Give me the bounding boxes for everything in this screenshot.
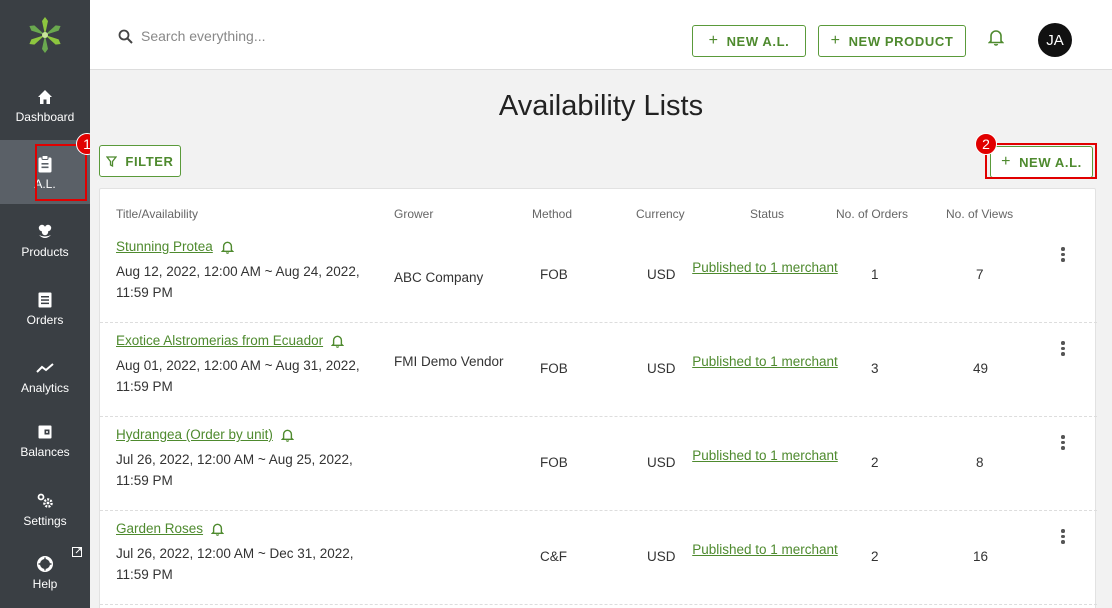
currency-cell: USD: [647, 361, 676, 376]
search-input[interactable]: Search everything...: [141, 28, 266, 44]
orders-count: 2: [871, 549, 879, 564]
views-count: 8: [976, 455, 984, 470]
more-options-icon[interactable]: [1055, 341, 1071, 356]
availability-dates: Aug 01, 2022, 12:00 AM ~ Aug 31, 2022, 1…: [116, 358, 360, 394]
method-cell: FOB: [540, 455, 568, 470]
sidebar-item-orders[interactable]: Orders: [0, 276, 90, 340]
currency-cell: USD: [647, 455, 676, 470]
sidebar-item-label: Help: [32, 576, 58, 591]
currency-cell: USD: [647, 549, 676, 564]
availability-dates: Jul 26, 2022, 12:00 AM ~ Dec 31, 2022, 1…: [116, 546, 354, 582]
column-header: Title/Availability: [116, 207, 199, 221]
search-icon: [118, 29, 133, 44]
sidebar-item-settings[interactable]: Settings: [0, 477, 90, 541]
method-cell: C&F: [540, 549, 567, 564]
avatar[interactable]: JA: [1038, 23, 1072, 57]
availability-table: Title/Availability Grower Method Currenc…: [99, 188, 1097, 608]
search-box[interactable]: Search everything...: [118, 28, 266, 44]
column-header: Grower: [394, 207, 434, 221]
availability-title-link[interactable]: Exotice Alstromerias from Ecuador: [116, 333, 323, 348]
trend-icon: [35, 358, 55, 378]
step-badge-2: 2: [975, 133, 997, 155]
top-bar: Search everything... + NEW A.L. + NEW PR…: [90, 0, 1112, 70]
new-al-label: NEW A.L.: [726, 33, 790, 49]
column-header: Currency: [636, 207, 685, 221]
plus-icon: +: [830, 32, 841, 49]
grower-cell: FMI Demo Vendor: [394, 354, 504, 369]
main-content: Availability Lists FILTER + NEW A.L. Tit…: [90, 70, 1112, 608]
availability-title-link[interactable]: Hydrangea (Order by unit): [116, 427, 273, 442]
orders-count: 3: [871, 361, 879, 376]
more-options-icon[interactable]: [1055, 435, 1071, 450]
notification-bell-icon[interactable]: [280, 428, 294, 442]
sidebar-item-help[interactable]: Help: [0, 540, 90, 604]
availability-title-link[interactable]: Garden Roses: [116, 521, 203, 536]
orders-count: 1: [871, 267, 879, 282]
sidebar-item-analytics[interactable]: Analytics: [0, 344, 90, 408]
wallet-icon: [35, 422, 55, 442]
sidebar-item-label: Products: [21, 244, 69, 259]
table-row[interactable]: Stunning Protea Aug 12, 2022, 12:00 AM ~…: [100, 229, 1097, 323]
table-row[interactable]: Garden Roses Jul 26, 2022, 12:00 AM ~ De…: [100, 511, 1097, 605]
sidebar-item-dashboard[interactable]: Dashboard: [0, 73, 90, 137]
table-row[interactable]: Exotice Alstromerias from Ecuador Aug 01…: [100, 323, 1097, 417]
sidebar-item-label: Dashboard: [15, 109, 75, 124]
availability-dates: Jul 26, 2022, 12:00 AM ~ Aug 25, 2022, 1…: [116, 452, 353, 488]
column-header: No. of Views: [946, 207, 1014, 221]
method-cell: FOB: [540, 361, 568, 376]
sidebar-item-label: Settings: [23, 513, 67, 528]
logo[interactable]: [0, 0, 90, 70]
column-header: Method: [532, 207, 573, 221]
orders-count: 2: [871, 455, 879, 470]
sidebar-item-label: Balances: [20, 444, 70, 459]
views-count: 7: [976, 267, 984, 282]
availability-dates: Aug 12, 2022, 12:00 AM ~ Aug 24, 2022, 1…: [116, 264, 360, 300]
status-link[interactable]: Published to 1 merchant: [690, 445, 840, 466]
notification-bell-icon[interactable]: [987, 28, 1005, 51]
filter-icon: [106, 155, 118, 167]
highlight-box-new-al: [985, 143, 1097, 179]
views-count: 16: [973, 549, 989, 564]
sidebar-item-balances[interactable]: Balances: [0, 408, 90, 472]
flower-icon: [35, 222, 55, 242]
filter-button[interactable]: FILTER: [99, 145, 181, 177]
notification-bell-icon[interactable]: [220, 240, 234, 254]
sidebar: Dashboard A.L. Products Orders Analytics…: [0, 0, 90, 608]
sidebar-item-label: Analytics: [20, 380, 70, 395]
column-header: Status: [750, 207, 785, 221]
new-product-button[interactable]: + NEW PRODUCT: [818, 25, 966, 57]
status-link[interactable]: Published to 1 merchant: [690, 257, 840, 278]
availability-title-link[interactable]: Stunning Protea: [116, 239, 213, 254]
notification-bell-icon[interactable]: [211, 522, 225, 536]
status-link[interactable]: Published to 1 merchant: [690, 351, 840, 372]
gears-icon: [35, 491, 55, 511]
currency-cell: USD: [647, 267, 676, 282]
grower-cell: ABC Company: [394, 270, 484, 285]
new-al-button-top[interactable]: + NEW A.L.: [692, 25, 806, 57]
method-cell: FOB: [540, 267, 568, 282]
page-title: Availability Lists: [498, 90, 704, 122]
list-icon: [35, 290, 55, 310]
filter-label: FILTER: [125, 153, 174, 169]
sidebar-item-products[interactable]: Products: [0, 208, 90, 272]
more-options-icon[interactable]: [1055, 529, 1071, 544]
column-header: No. of Orders: [836, 207, 909, 221]
sidebar-item-label: Orders: [26, 312, 64, 327]
home-icon: [35, 87, 55, 107]
views-count: 49: [973, 361, 989, 376]
more-options-icon[interactable]: [1055, 247, 1071, 262]
plus-icon: +: [708, 32, 719, 49]
new-product-label: NEW PRODUCT: [848, 33, 954, 49]
notification-bell-icon[interactable]: [331, 334, 345, 348]
lifebuoy-icon: [35, 554, 55, 574]
external-link-icon: [72, 544, 82, 562]
table-row[interactable]: Hydrangea (Order by unit) Jul 26, 2022, …: [100, 417, 1097, 511]
logo-icon: [29, 17, 61, 53]
status-link[interactable]: Published to 1 merchant: [690, 539, 840, 560]
